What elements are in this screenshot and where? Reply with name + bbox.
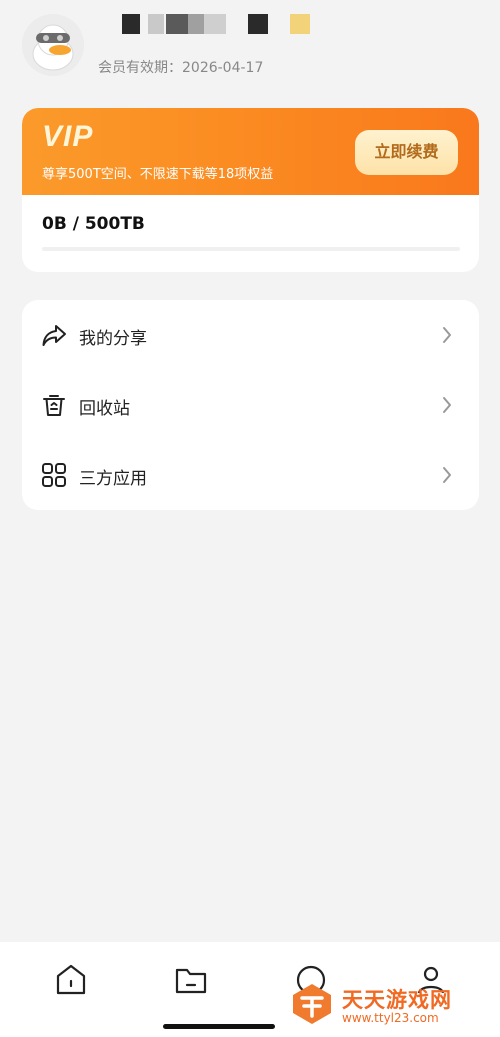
mosaic-block	[148, 14, 164, 34]
menu-item-label: 我的分享	[79, 329, 147, 349]
watermark-title: 天天游戏网	[342, 988, 452, 1012]
mosaic-block	[248, 14, 268, 34]
chevron-right-icon	[440, 395, 454, 415]
vip-banner[interactable]: VIP 尊享500T空间、不限速下载等18项权益 立即续费	[22, 108, 479, 195]
home-indicator[interactable]	[163, 1024, 275, 1029]
storage-usage: 0B / 500TB	[42, 214, 145, 234]
menu-item-third-party-apps[interactable]: 三方应用	[22, 440, 479, 510]
username-mosaic	[120, 14, 320, 34]
menu-item-label: 三方应用	[79, 469, 147, 489]
membership-expiry: 会员有效期：2026-04-17	[98, 60, 264, 76]
share-icon	[41, 322, 67, 348]
nav-home[interactable]	[53, 962, 89, 998]
menu-item-label: 回收站	[79, 399, 130, 419]
watermark-url: www.ttyl23.com	[342, 1011, 439, 1025]
profile-header: 会员有效期：2026-04-17	[0, 0, 500, 100]
mosaic-block	[122, 14, 140, 34]
watermark-logo-icon	[290, 982, 334, 1026]
mosaic-block	[204, 14, 226, 34]
mosaic-block	[166, 14, 188, 34]
vip-benefits-text: 尊享500T空间、不限速下载等18项权益	[42, 167, 274, 182]
nav-files[interactable]	[173, 962, 209, 998]
avatar[interactable]	[22, 14, 84, 76]
menu-item-my-shares[interactable]: 我的分享	[22, 300, 479, 370]
trash-icon	[41, 392, 67, 418]
folder-icon	[175, 968, 207, 994]
menu-card: 我的分享 回收站 三方应用	[22, 300, 479, 510]
watermark: 天天游戏网 www.ttyl23.com	[290, 982, 490, 1032]
renew-button[interactable]: 立即续费	[355, 130, 458, 175]
mosaic-block	[290, 14, 310, 34]
mosaic-block	[188, 14, 204, 34]
duck-avatar-icon	[22, 14, 84, 76]
menu-item-recycle-bin[interactable]: 回收站	[22, 370, 479, 440]
chevron-right-icon	[440, 465, 454, 485]
vip-card: VIP 尊享500T空间、不限速下载等18项权益 立即续费 0B / 500TB	[22, 108, 479, 272]
apps-grid-icon	[41, 462, 67, 488]
chevron-right-icon	[440, 325, 454, 345]
vip-title: VIP	[42, 120, 94, 153]
app-screen: 会员有效期：2026-04-17 VIP 尊享500T空间、不限速下载等18项权…	[0, 0, 500, 1037]
storage-progress-bar	[42, 247, 460, 251]
home-icon	[56, 964, 86, 995]
